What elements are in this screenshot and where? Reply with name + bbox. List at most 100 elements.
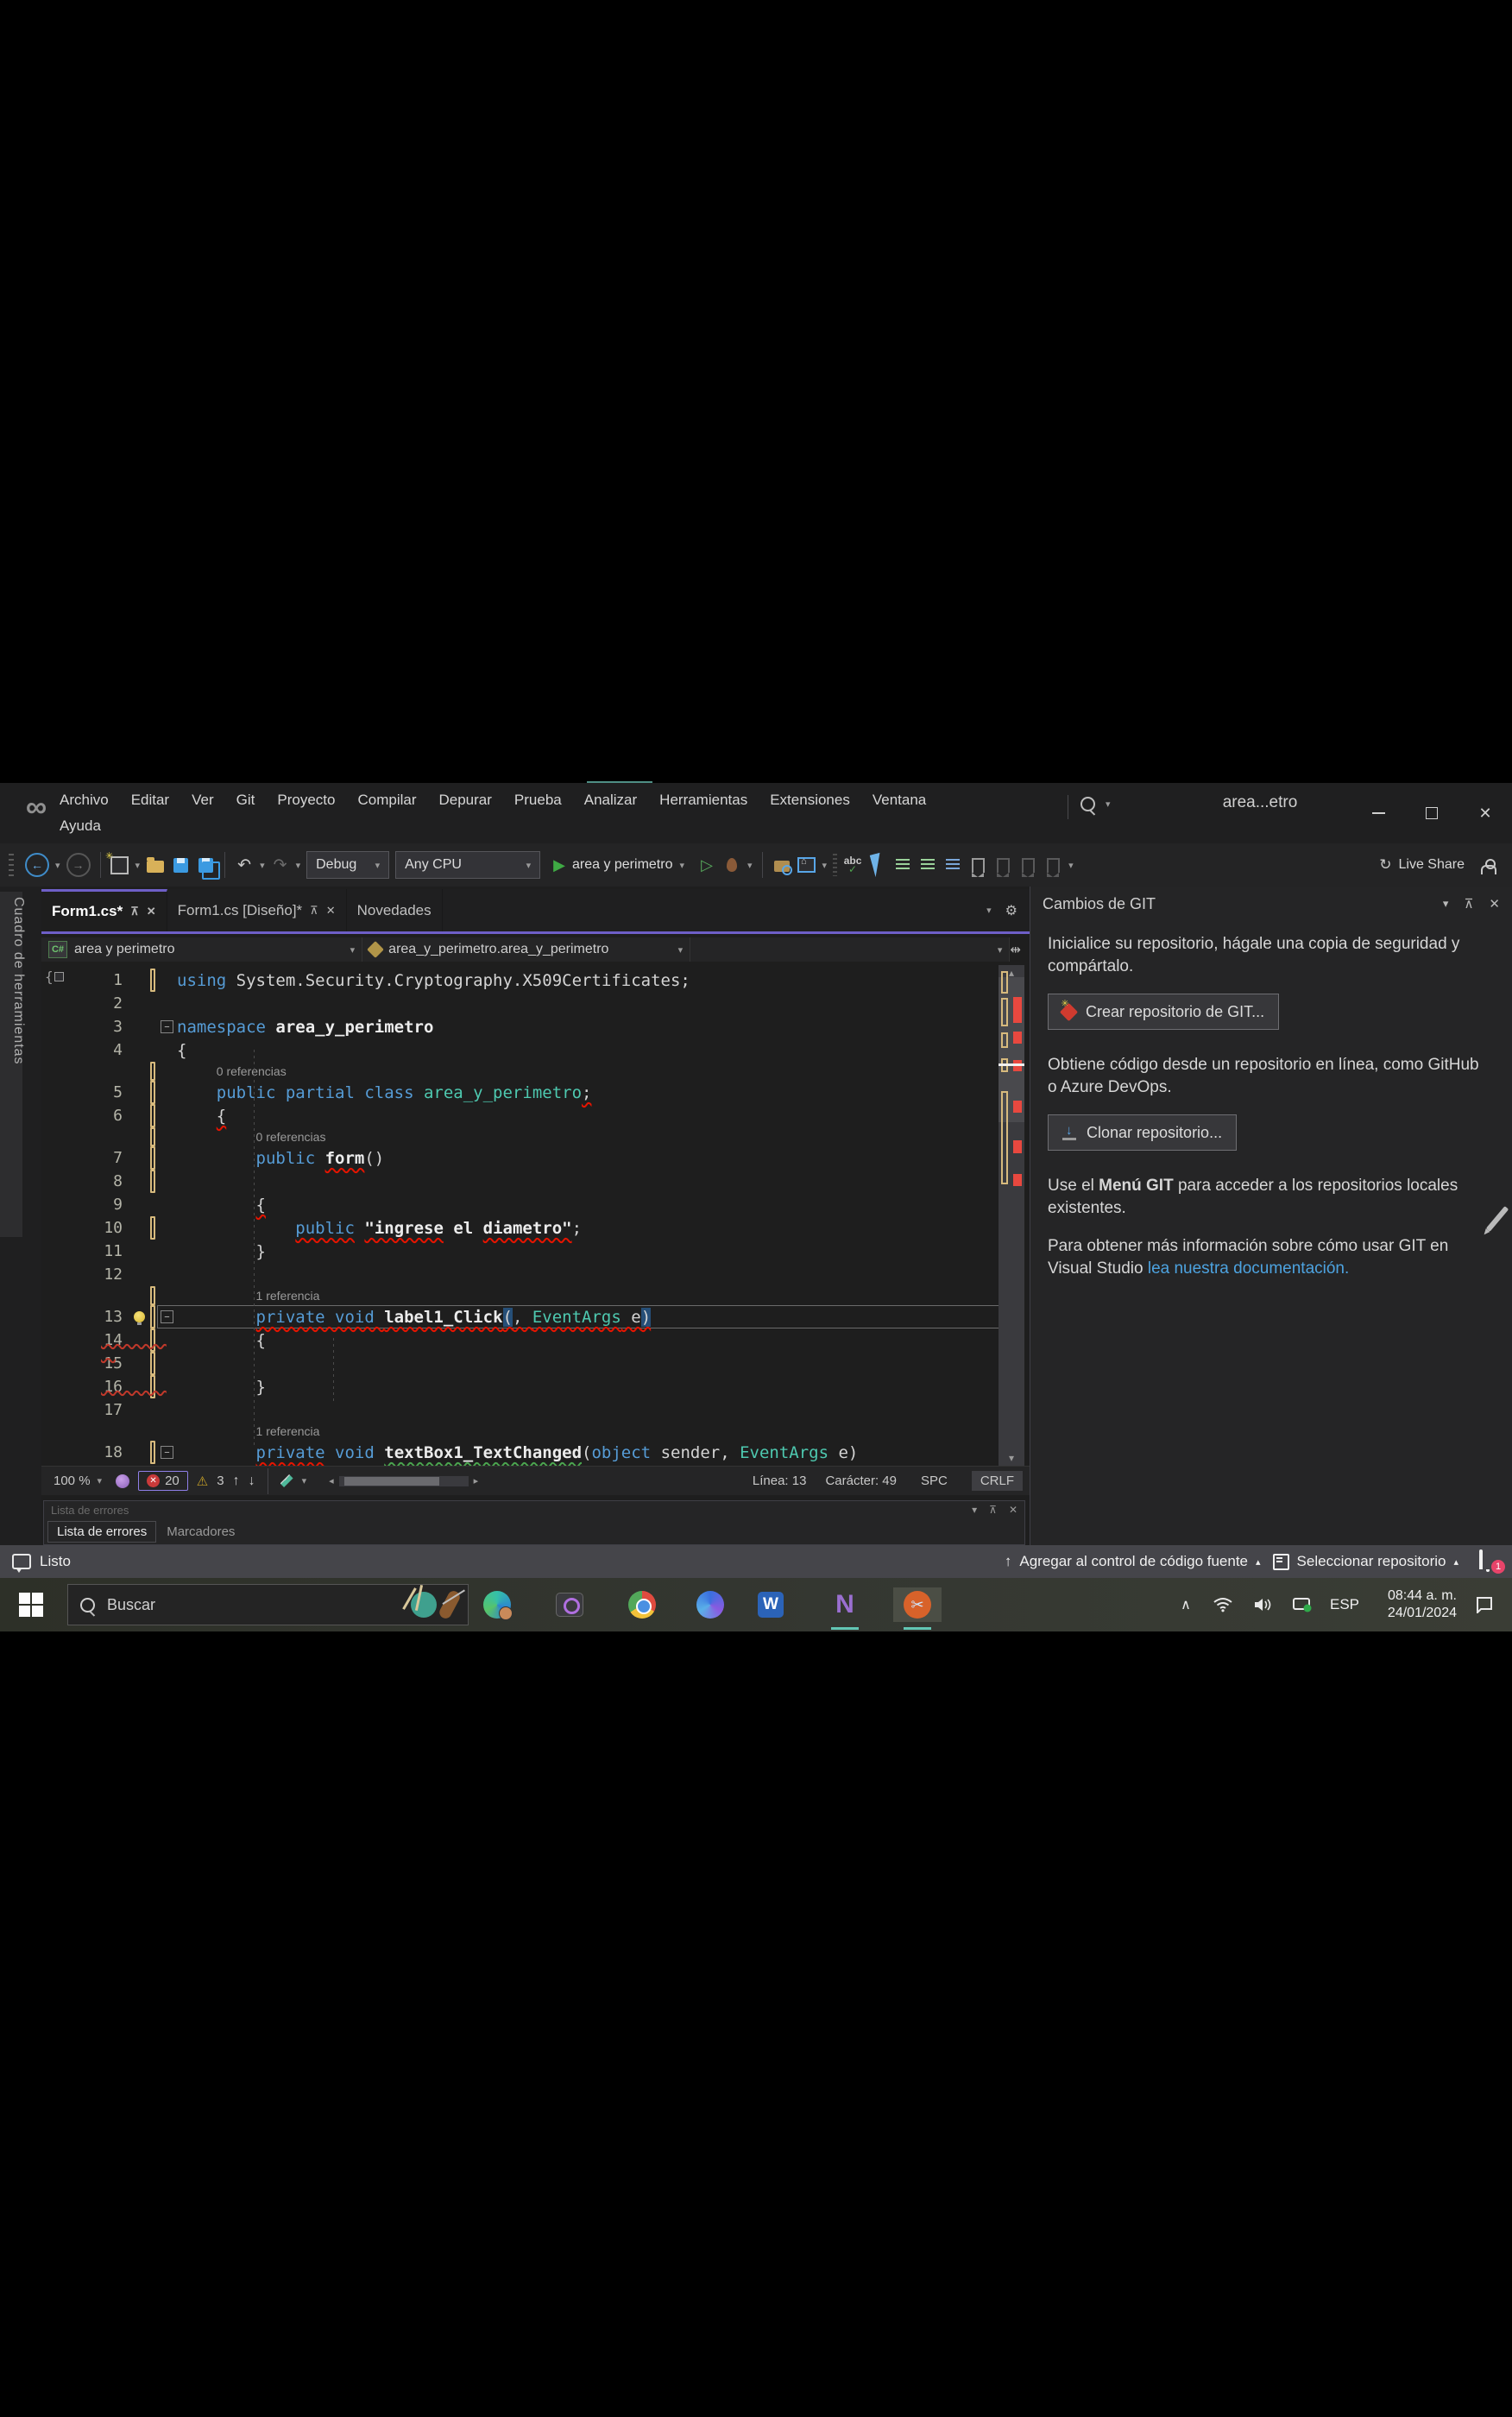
code-line-row[interactable]: 14 {: [41, 1328, 999, 1352]
taskbar-microsoft365-icon[interactable]: [693, 1587, 728, 1622]
hidden-icons-chevron[interactable]: ∧: [1169, 1596, 1203, 1613]
menu-item-prueba[interactable]: Prueba: [503, 788, 573, 812]
previous-bookmark-button[interactable]: [993, 851, 1012, 879]
code-lines[interactable]: 1using System.Security.Cryptography.X509…: [41, 969, 999, 1464]
feedback-icon[interactable]: [12, 1554, 31, 1569]
tab-novedades[interactable]: Novedades: [347, 889, 443, 931]
taskbar-chrome-icon[interactable]: [625, 1587, 659, 1622]
pin-icon[interactable]: ⊼: [1464, 896, 1473, 912]
tab-form1-cs-design[interactable]: Form1.cs [Diseño]* ⊼ ✕: [167, 889, 347, 931]
taskbar-visual-studio-icon[interactable]: N: [828, 1587, 862, 1622]
code-cleanup-dropdown[interactable]: ▾: [302, 1475, 307, 1486]
code-line-row[interactable]: 17: [41, 1398, 999, 1422]
code-line-row[interactable]: 6 {: [41, 1104, 999, 1127]
taskbar-edge-icon[interactable]: [480, 1587, 514, 1622]
code-line-row[interactable]: 13− private void label1_Click(, EventArg…: [41, 1305, 999, 1328]
people-icon[interactable]: [1481, 865, 1496, 874]
code-line-row[interactable]: 15: [41, 1352, 999, 1375]
code-line-row[interactable]: 1using System.Security.Cryptography.X509…: [41, 969, 999, 992]
code-line-row[interactable]: 3−namespace area_y_perimetro: [41, 1015, 999, 1038]
menu-item-extensiones[interactable]: Extensiones: [759, 788, 861, 812]
character-indicator[interactable]: Carácter: 49: [825, 1474, 897, 1488]
create-git-repository-button[interactable]: Crear repositorio de GIT...: [1048, 994, 1279, 1030]
toolbar-drag-handle[interactable]: [833, 854, 837, 876]
select-tool-button[interactable]: [868, 851, 887, 879]
taskbar-word-icon[interactable]: W: [753, 1587, 788, 1622]
undo-button[interactable]: ↶: [235, 851, 254, 879]
search-icon[interactable]: [1080, 797, 1095, 811]
menu-item-proyecto[interactable]: Proyecto: [266, 788, 346, 812]
code-line-row[interactable]: 7 public form(): [41, 1146, 999, 1170]
codelens-row[interactable]: 0 referencias: [41, 1127, 999, 1146]
pin-icon[interactable]: ⊼: [130, 905, 139, 918]
fold-marker[interactable]: −: [161, 1020, 173, 1033]
pencil-icon[interactable]: [1486, 1206, 1509, 1232]
cast-device-icon[interactable]: [1282, 1596, 1322, 1613]
find-in-files-button[interactable]: [772, 851, 791, 879]
menu-item-ayuda[interactable]: Ayuda: [48, 814, 112, 838]
suggestion-icon[interactable]: [116, 1474, 129, 1488]
clear-bookmarks-button[interactable]: [1043, 851, 1062, 879]
documentation-link[interactable]: lea nuestra documentación.: [1148, 1259, 1349, 1278]
code-line-row[interactable]: 16 }: [41, 1375, 999, 1398]
code-line-row[interactable]: 10 public "ingrese el diametro";: [41, 1216, 999, 1240]
zoom-dropdown[interactable]: 100 % ▾: [48, 1474, 107, 1488]
error-count-badge[interactable]: ✕ 20: [138, 1471, 188, 1491]
tab-marcadores[interactable]: Marcadores: [158, 1522, 243, 1542]
solution-configurations-dropdown[interactable]: Debug▾: [306, 851, 389, 879]
tab-form1-cs[interactable]: Form1.cs* ⊼ ✕: [41, 889, 167, 931]
warning-icon[interactable]: ⚠: [197, 1474, 208, 1489]
code-line-row[interactable]: 18− private void textBox1_TextChanged(ob…: [41, 1441, 999, 1464]
line-indicator[interactable]: Línea: 13: [753, 1474, 807, 1488]
project-dropdown[interactable]: C# area y perimetro ▾: [41, 937, 362, 962]
add-to-source-control-button[interactable]: ↑ Agregar al control de código fuente ▴: [1005, 1553, 1261, 1570]
redo-dropdown[interactable]: ▾: [296, 860, 301, 871]
previous-issue-button[interactable]: ↑: [233, 1474, 240, 1489]
menu-item-herramientas[interactable]: Herramientas: [648, 788, 759, 812]
member-dropdown[interactable]: ▾: [690, 937, 1010, 962]
save-all-button[interactable]: [196, 851, 215, 879]
code-line-row[interactable]: 4{: [41, 1038, 999, 1062]
close-button[interactable]: ✕: [1458, 793, 1512, 833]
close-icon[interactable]: ✕: [1489, 896, 1500, 912]
pin-icon[interactable]: ⊼: [989, 1504, 997, 1516]
close-icon[interactable]: ✕: [326, 904, 336, 918]
scroll-left-icon[interactable]: ◂: [329, 1475, 334, 1486]
menu-item-compilar[interactable]: Compilar: [346, 788, 427, 812]
comment-button[interactable]: [918, 851, 937, 879]
navigate-back-button[interactable]: ←: [25, 851, 49, 879]
space-mode-indicator[interactable]: SPC: [916, 1471, 953, 1491]
codelens-label[interactable]: 1 referencia: [256, 1289, 320, 1303]
solution-platforms-dropdown[interactable]: Any CPU▾: [395, 851, 540, 879]
menu-item-analizar[interactable]: Analizar: [573, 788, 648, 812]
chevron-down-icon[interactable]: ▾: [1106, 798, 1111, 810]
codelens-label[interactable]: 0 referencias: [256, 1130, 326, 1144]
close-icon[interactable]: ✕: [147, 905, 156, 918]
bookmark-dropdown[interactable]: ▾: [1068, 860, 1074, 871]
restore-button[interactable]: [1405, 793, 1458, 833]
code-editor[interactable]: { 1using System.Security.Cryptography.X5…: [41, 965, 1030, 1466]
code-line-row[interactable]: 12: [41, 1263, 999, 1286]
quick-search[interactable]: ▾: [1080, 797, 1111, 811]
back-dropdown[interactable]: ▾: [55, 860, 60, 871]
menu-item-depurar[interactable]: Depurar: [428, 788, 503, 812]
clock[interactable]: 08:44 a. m. 24/01/2024: [1367, 1587, 1457, 1622]
codelens-row[interactable]: 0 referencias: [41, 1062, 999, 1081]
codelens-label[interactable]: 1 referencia: [256, 1424, 320, 1438]
hscroll-thumb[interactable]: [344, 1477, 439, 1486]
scroll-right-icon[interactable]: ▸: [474, 1475, 479, 1486]
close-icon[interactable]: ✕: [1009, 1504, 1017, 1516]
vertical-scrollbar[interactable]: ▴ ▾: [999, 965, 1024, 1466]
volume-icon[interactable]: [1243, 1597, 1282, 1612]
minimize-button[interactable]: [1351, 793, 1405, 833]
clone-repository-button[interactable]: Clonar repositorio...: [1048, 1114, 1237, 1151]
code-line-row[interactable]: 8: [41, 1170, 999, 1193]
window-layout-button[interactable]: [797, 851, 816, 879]
next-issue-button[interactable]: ↓: [249, 1474, 255, 1489]
fold-marker[interactable]: −: [161, 1310, 173, 1323]
tab-list-dropdown[interactable]: ▾: [986, 905, 992, 916]
notification-center-button[interactable]: [1457, 1596, 1512, 1613]
redo-button[interactable]: ↷: [271, 851, 290, 879]
select-repository-button[interactable]: Seleccionar repositorio ▴: [1273, 1553, 1458, 1570]
gear-icon[interactable]: ⚙: [1005, 902, 1017, 919]
